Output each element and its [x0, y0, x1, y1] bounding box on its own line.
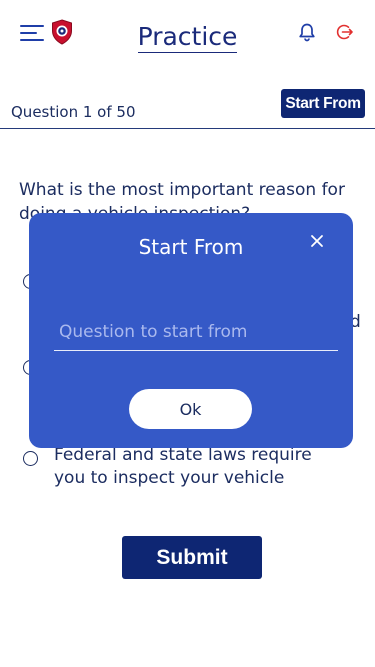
close-icon[interactable] [310, 234, 324, 248]
question-counter: Question 1 of 50 [11, 103, 136, 121]
page-title: Practice [137, 22, 238, 53]
start-from-button[interactable]: Start From [281, 89, 365, 118]
logout-icon[interactable] [336, 23, 354, 41]
submit-button[interactable]: Submit [122, 536, 262, 579]
bell-icon[interactable] [297, 22, 317, 42]
dialog-title: Start From [138, 235, 244, 259]
option-radio-3[interactable] [23, 451, 38, 466]
start-question-input[interactable] [54, 313, 338, 351]
header-divider [0, 128, 375, 129]
ok-button[interactable]: Ok [129, 389, 252, 429]
option-text[interactable]: Federal and state laws require you to in… [54, 444, 344, 490]
start-from-dialog: Start From Ok [29, 213, 353, 448]
